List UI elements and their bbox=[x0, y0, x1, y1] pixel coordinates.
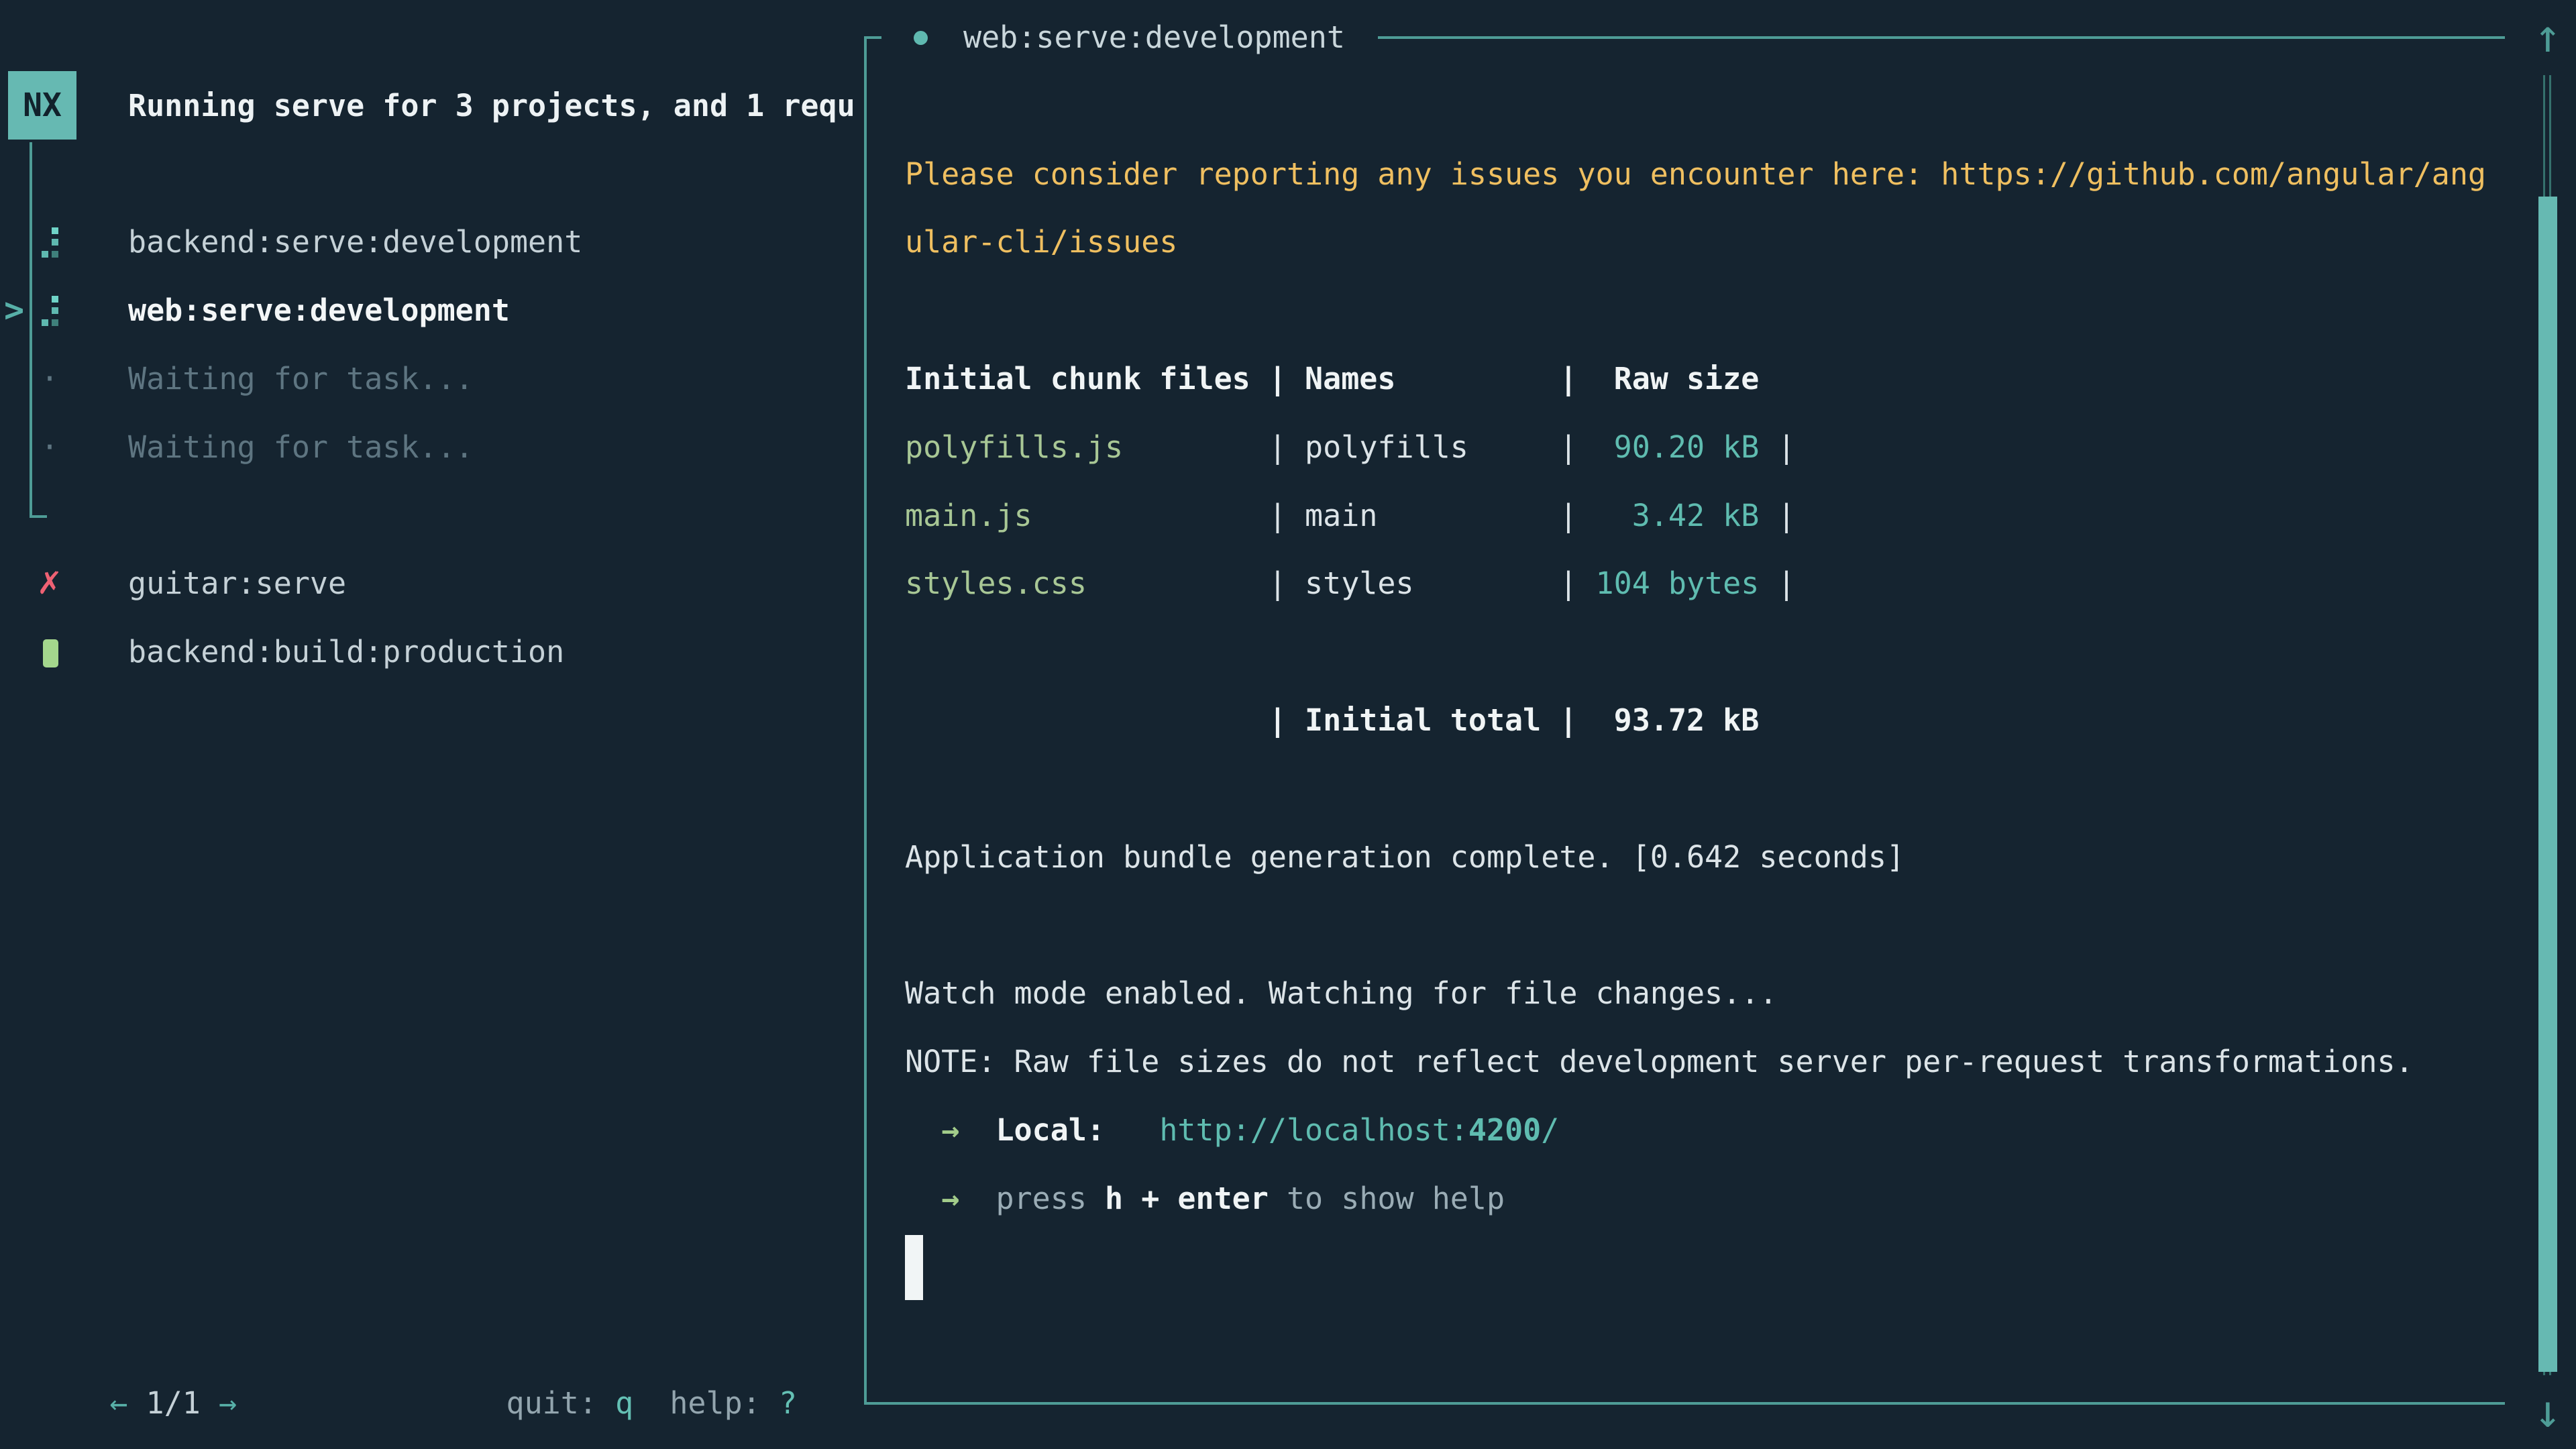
terminal-text-segment: h + enter bbox=[1105, 1181, 1269, 1216]
terminal-text-segment: Application bundle generation complete. … bbox=[905, 839, 1904, 875]
terminal-text-segment: polyfills.js bbox=[905, 429, 1123, 465]
terminal-line: Watch mode enabled. Watching for file ch… bbox=[905, 959, 1777, 1028]
terminal-text-segment: polyfills bbox=[1305, 429, 1559, 465]
terminal-text-segment: press bbox=[996, 1181, 1105, 1216]
quit-shortcut-label: quit: bbox=[506, 1385, 616, 1421]
nx-logo: NX bbox=[8, 71, 76, 140]
panel-title: web:serve:development bbox=[963, 3, 1345, 72]
page-next-button[interactable]: → bbox=[219, 1385, 237, 1421]
panel-border-left bbox=[864, 36, 867, 1405]
terminal-line: Initial chunk files | Names | Raw size bbox=[905, 345, 1759, 413]
terminal-text-segment: Local: bbox=[996, 1112, 1105, 1148]
failed-cross-icon: ✗ bbox=[35, 549, 64, 618]
sidebar-item-web-serve[interactable]: web:serve:development bbox=[128, 276, 510, 345]
success-square-icon bbox=[43, 639, 58, 667]
terminal-text-segment: 4200 bbox=[1468, 1112, 1541, 1148]
terminal-line: polyfills.js | polyfills | 90.20 kB | bbox=[905, 413, 1796, 482]
sidebar-title: Running serve for 3 projects, and 1 requ bbox=[128, 72, 855, 140]
terminal-text-segment: http://localhost: bbox=[1159, 1112, 1468, 1148]
panel-border-top bbox=[1378, 36, 2505, 39]
terminal-text-segment bbox=[959, 1112, 996, 1148]
page-indicator: 1/1 bbox=[127, 1385, 218, 1421]
terminal-text-segment bbox=[1105, 1112, 1159, 1148]
pagination: ← 1/1 → bbox=[37, 1301, 237, 1369]
selected-chevron-icon: > bbox=[4, 276, 24, 345]
terminal-text-segment bbox=[905, 1112, 941, 1148]
scrollbar-down-arrow-icon[interactable]: ↓ bbox=[2526, 1379, 2569, 1446]
terminal-text-segment: 3.42 kB bbox=[1596, 498, 1760, 533]
waiting-dot-icon: · bbox=[35, 413, 64, 482]
sidebar-item-backend-serve[interactable]: backend:serve:development bbox=[128, 208, 582, 276]
terminal-line: | Initial total | 93.72 kB bbox=[905, 686, 1759, 755]
terminal-text-segment: | bbox=[1559, 429, 1595, 465]
panel-border-top-stub bbox=[864, 36, 881, 39]
terminal-text-segment: | bbox=[1087, 566, 1305, 601]
arrow-icon: → bbox=[941, 1112, 959, 1148]
terminal-text-segment: styles bbox=[1305, 566, 1559, 601]
shortcut-bar: quit: q help: ? bbox=[433, 1301, 797, 1369]
scrollbar-up-arrow-icon[interactable]: ↑ bbox=[2526, 3, 2569, 70]
terminal-text-segment: 90.20 kB bbox=[1596, 429, 1760, 465]
terminal-line: NOTE: Raw file sizes do not reflect deve… bbox=[905, 1028, 2414, 1096]
help-shortcut-label: help: bbox=[669, 1385, 779, 1421]
waiting-dot-icon: · bbox=[35, 345, 64, 413]
terminal-line: ular-cli/issues bbox=[905, 208, 1177, 276]
terminal-text-segment: 104 bytes bbox=[1596, 566, 1760, 601]
terminal-line: → Local: http://localhost:4200/ bbox=[905, 1096, 1559, 1165]
terminal-text-segment bbox=[905, 1181, 941, 1216]
terminal-line: styles.css | styles | 104 bytes | bbox=[905, 549, 1796, 618]
terminal-text-segment: | bbox=[1559, 566, 1595, 601]
terminal-text-segment: | bbox=[1759, 429, 1795, 465]
terminal-text-segment: styles.css bbox=[905, 566, 1087, 601]
status-bullet-icon bbox=[914, 31, 928, 45]
nx-tui-app: { "app": { "logo": "NX", "title": "Runni… bbox=[0, 0, 2576, 1449]
arrow-icon: → bbox=[941, 1181, 959, 1216]
terminal-line: → press h + enter to show help bbox=[905, 1165, 1505, 1233]
terminal-text-segment: | bbox=[1759, 498, 1795, 533]
sidebar-item-waiting-2[interactable]: Waiting for task... bbox=[128, 413, 474, 482]
terminal-text-segment: Initial chunk files | Names | Raw size bbox=[905, 361, 1759, 396]
terminal-text-segment: | bbox=[1032, 498, 1305, 533]
sidebar-item-guitar-serve[interactable]: guitar:serve bbox=[128, 549, 346, 618]
terminal-text-segment: | Initial total | 93.72 kB bbox=[905, 702, 1759, 738]
terminal-text-segment bbox=[959, 1181, 996, 1216]
terminal-line: main.js | main | 3.42 kB | bbox=[905, 482, 1796, 550]
terminal-cursor bbox=[905, 1235, 923, 1300]
terminal-text-segment: main bbox=[1305, 498, 1559, 533]
terminal-text-segment: / bbox=[1541, 1112, 1559, 1148]
terminal-text-segment: | bbox=[1123, 429, 1305, 465]
spinner-icon bbox=[42, 227, 59, 258]
terminal-line: Application bundle generation complete. … bbox=[905, 823, 1904, 892]
terminal-text-segment: | bbox=[1559, 498, 1595, 533]
terminal-text-segment: main.js bbox=[905, 498, 1032, 533]
shortcut-gap bbox=[633, 1385, 669, 1421]
terminal-text-segment: | bbox=[1759, 566, 1795, 601]
terminal-text-segment: Watch mode enabled. Watching for file ch… bbox=[905, 975, 1777, 1011]
terminal-text-segment: ular-cli/issues bbox=[905, 224, 1177, 260]
terminal-line: Please consider reporting any issues you… bbox=[905, 140, 2486, 209]
sidebar-item-waiting-1[interactable]: Waiting for task... bbox=[128, 345, 474, 413]
terminal-text-segment: Please consider reporting any issues you… bbox=[905, 156, 2486, 192]
scrollbar-thumb[interactable] bbox=[2538, 197, 2557, 1372]
quit-shortcut-key: q bbox=[615, 1385, 633, 1421]
help-shortcut-key: ? bbox=[779, 1385, 797, 1421]
spinner-icon bbox=[42, 296, 59, 326]
panel-border-bottom bbox=[864, 1402, 2505, 1405]
page-prev-button[interactable]: ← bbox=[109, 1385, 127, 1421]
terminal-text-segment: NOTE: Raw file sizes do not reflect deve… bbox=[905, 1044, 2414, 1079]
terminal-text-segment: to show help bbox=[1269, 1181, 1505, 1216]
sidebar-item-backend-build[interactable]: backend:build:production bbox=[128, 618, 564, 686]
